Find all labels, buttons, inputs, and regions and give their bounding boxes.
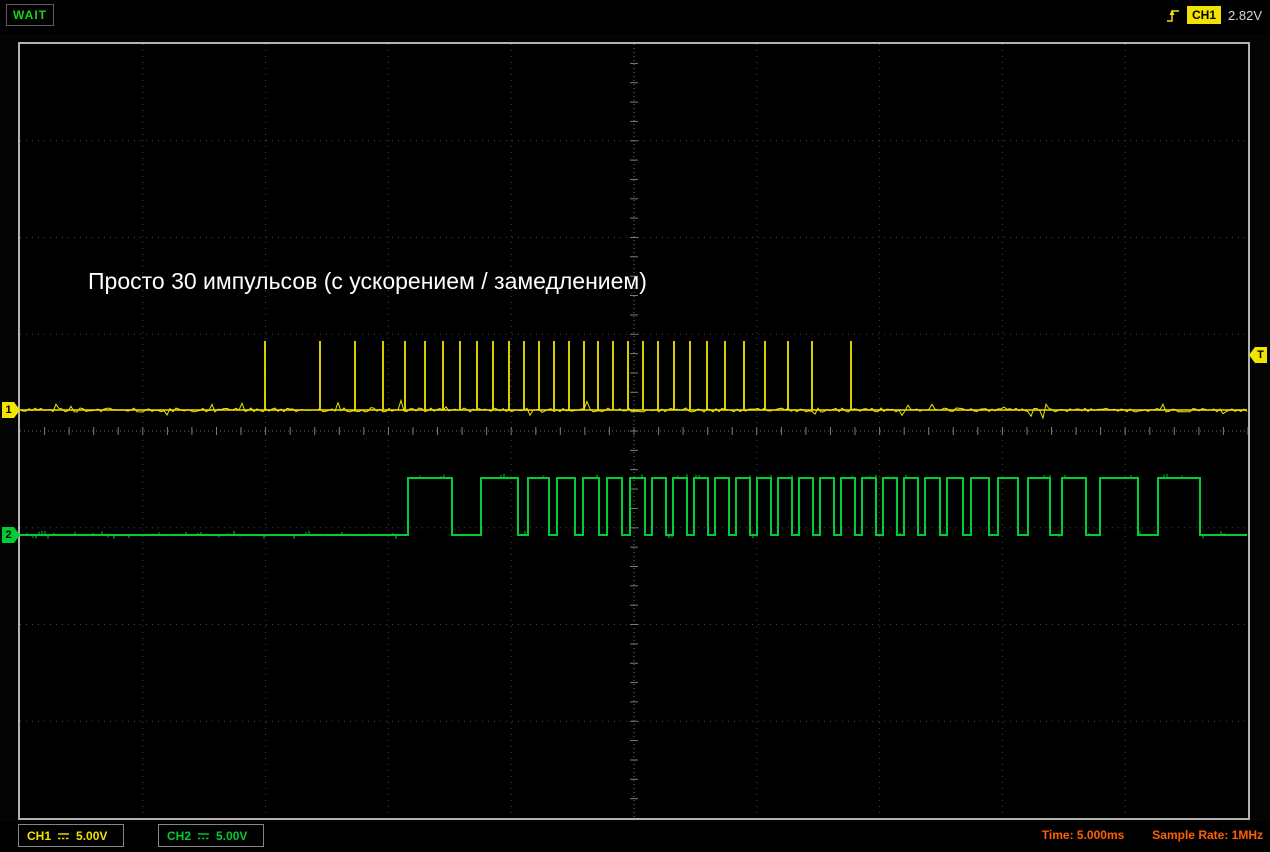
- ch2-volts-per-div: 5.00V: [216, 828, 248, 843]
- trigger-readout-group: CH1 2.82V: [1166, 4, 1262, 26]
- annotation-text: Просто 30 импульсов (с ускорением / заме…: [88, 268, 647, 294]
- trigger-edge-icon: [1167, 9, 1179, 22]
- oscilloscope-screen: WAIT CH1 2.82V Просто 30 импульсов (с ус…: [0, 0, 1270, 852]
- timebase-readout: Time: 5.000ms: [1041, 828, 1125, 842]
- ch2-label: CH2: [167, 828, 192, 843]
- sample-rate-readout: Sample Rate: 1MHz: [1152, 828, 1263, 842]
- top-status-bar: WAIT CH1 2.82V: [0, 0, 1270, 34]
- graticule-and-traces: [20, 44, 1248, 818]
- timebase-group: Time: 5.000ms Sample Rate: 1MHz: [1042, 828, 1263, 842]
- ch1-volts-per-div: 5.00V: [76, 828, 108, 843]
- ch2-settings-box: CH2 5.00V: [158, 824, 264, 847]
- waveform-display: Просто 30 импульсов (с ускорением / заме…: [18, 42, 1250, 820]
- ch1-dc-coupling-icon: [58, 832, 70, 839]
- trigger-level-readout: 2.82V: [1228, 7, 1262, 23]
- acquisition-status: WAIT: [6, 4, 54, 26]
- ch1-settings-box: CH1 5.00V: [18, 824, 124, 847]
- trigger-source-badge: CH1: [1187, 6, 1222, 24]
- ch2-dc-coupling-icon: [198, 832, 210, 839]
- bottom-readout-bar: CH1 5.00V CH2 5.00V Time: 5.000ms Sample…: [0, 822, 1270, 852]
- trigger-level-marker: T: [1249, 347, 1267, 363]
- ch1-label: CH1: [27, 828, 52, 843]
